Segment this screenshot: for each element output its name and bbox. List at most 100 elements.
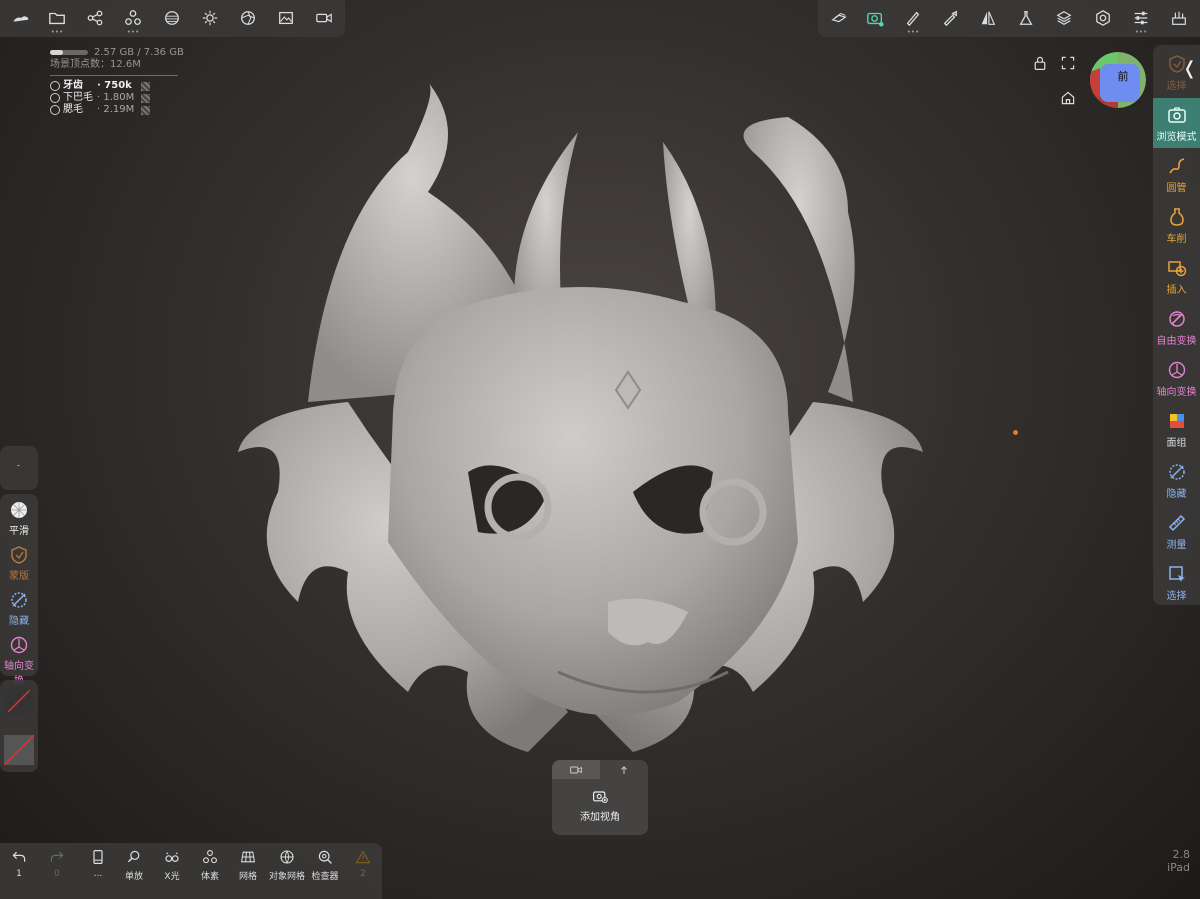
- brush-alpha-swatch[interactable]: [4, 686, 34, 716]
- brush-icon[interactable]: •••: [898, 3, 928, 36]
- right-sidebar-item-select[interactable]: 选择: [1153, 557, 1200, 607]
- object-visibility-icon[interactable]: [141, 93, 150, 103]
- texture-swatch[interactable]: [4, 735, 34, 765]
- bottom-tool-object-grid[interactable]: 对象网格: [268, 849, 306, 882]
- bottom-tool-device[interactable]: ...: [79, 849, 117, 879]
- tool-label: 蒙版: [9, 571, 29, 582]
- image-icon[interactable]: [271, 3, 301, 33]
- top-right-toolbar: ••• •••: [818, 0, 1200, 37]
- right-sidebar-item-hide[interactable]: 隐藏: [1153, 455, 1200, 505]
- grid-icon: [240, 851, 256, 863]
- bottom-tool-redo[interactable]: 0: [38, 849, 76, 879]
- tool-label: 面组: [1166, 438, 1187, 449]
- bottom-toolbar: 1 0... 单放 X光 体素 网格 对象网格 检查器 2: [0, 843, 382, 899]
- collapse-chevron-icon[interactable]: ❬: [1182, 58, 1197, 79]
- lock-icon[interactable]: [1032, 55, 1048, 75]
- tool-label: 网格: [238, 872, 257, 882]
- left-sidebar-item-hide[interactable]: 隐藏: [0, 590, 38, 627]
- insert-icon: [1167, 261, 1186, 277]
- symmetry-icon[interactable]: [973, 3, 1003, 33]
- tool-label: 选择: [1166, 81, 1187, 92]
- object-visibility-icon[interactable]: [141, 81, 150, 91]
- object-icon: [50, 93, 60, 103]
- tool-label: 圆管: [1166, 183, 1187, 194]
- right-sidebar-item-insert[interactable]: 插入: [1153, 251, 1200, 301]
- layers-icon[interactable]: [1049, 3, 1079, 33]
- transform-icon: [1168, 311, 1185, 327]
- facegroup-icon: [1169, 414, 1184, 428]
- folder-icon[interactable]: •••: [42, 3, 72, 36]
- tool-label: 车削: [1166, 234, 1187, 245]
- right-sidebar-item-axis-transform[interactable]: 轴向变换: [1153, 353, 1200, 403]
- sliders-icon[interactable]: •••: [1126, 3, 1156, 36]
- measure-icon: [1168, 514, 1185, 532]
- left-sidebar-item-smooth[interactable]: 平滑: [0, 500, 38, 537]
- bottom-tool-warning[interactable]: 2: [344, 849, 382, 879]
- object-name: 腮毛: [63, 104, 83, 115]
- settings-icon[interactable]: [1088, 3, 1118, 33]
- sculpt-icon[interactable]: [6, 3, 36, 33]
- object-name: 牙齿: [63, 80, 83, 91]
- right-sidebar-item-facegroup[interactable]: 面组: [1153, 404, 1200, 454]
- tool-label: 自由变换: [1156, 336, 1197, 347]
- bottom-tool-undo[interactable]: 1: [0, 849, 38, 879]
- pivot-marker[interactable]: [1013, 430, 1018, 435]
- bottom-tool-solo[interactable]: 单放: [115, 849, 153, 882]
- right-sidebar-item-tube[interactable]: 圆管: [1153, 149, 1200, 199]
- select-icon: [1168, 566, 1185, 582]
- brush-settings-icon[interactable]: [1164, 3, 1194, 33]
- view-cube[interactable]: 前: [1090, 52, 1146, 108]
- object-icon: [50, 81, 60, 91]
- bottom-tool-voxel[interactable]: 体素: [191, 849, 229, 882]
- left-slot-panel[interactable]: [0, 446, 38, 490]
- object-item[interactable]: 腮毛 · 2.19M: [50, 104, 184, 116]
- right-sidebar-item-lathe[interactable]: 车削: [1153, 200, 1200, 250]
- tool-label: 1: [16, 869, 22, 879]
- material-icon[interactable]: [157, 3, 187, 33]
- object-visibility-icon[interactable]: [141, 105, 150, 115]
- stroke-icon[interactable]: [824, 3, 854, 33]
- right-sidebar-item-measure[interactable]: 测量: [1153, 506, 1200, 556]
- share-icon[interactable]: [80, 3, 110, 33]
- fullscreen-icon[interactable]: [1060, 55, 1076, 75]
- mask-icon: [11, 546, 27, 564]
- tool-label: X光: [164, 872, 180, 882]
- camera-tab[interactable]: [552, 760, 600, 779]
- light-icon[interactable]: [195, 3, 225, 33]
- scene-vertex-count: 场景顶点数：12.6M: [50, 59, 141, 70]
- flask-icon[interactable]: [1011, 3, 1041, 33]
- scene-tree-icon[interactable]: •••: [118, 3, 148, 36]
- home-icon[interactable]: [1060, 90, 1076, 110]
- tool-label: 2: [360, 869, 366, 879]
- right-sidebar-item-transform[interactable]: 自由变换: [1153, 302, 1200, 352]
- tool-label: 插入: [1166, 285, 1187, 296]
- slot-indicator: [17, 465, 20, 466]
- bottom-tool-xray[interactable]: X光: [153, 849, 191, 882]
- sculpt-model[interactable]: [228, 72, 933, 762]
- paint-icon[interactable]: [935, 3, 965, 33]
- object-item[interactable]: 下巴毛 · 1.80M: [50, 92, 184, 104]
- post-process-icon[interactable]: [233, 3, 263, 33]
- bottom-tool-inspector[interactable]: 检查器: [306, 849, 344, 882]
- tool-label: 选择: [1166, 591, 1187, 602]
- object-item[interactable]: 牙齿 · 750k: [50, 80, 184, 92]
- axis-transform-icon: [10, 636, 28, 654]
- add-view-button[interactable]: 添加视角: [552, 788, 648, 823]
- export-tab[interactable]: [600, 760, 648, 779]
- undo-icon: [12, 851, 26, 862]
- tool-label: 隐藏: [9, 616, 29, 627]
- bottom-tool-grid[interactable]: 网格: [229, 849, 267, 882]
- left-sidebar-item-mask[interactable]: 蒙版: [0, 545, 38, 582]
- camera-icon[interactable]: [860, 3, 890, 33]
- right-sidebar-item-camera[interactable]: 浏览模式: [1153, 98, 1200, 148]
- add-view-label: 添加视角: [580, 812, 620, 823]
- memory-bar-fill: [50, 49, 64, 55]
- view-popup: 添加视角: [552, 760, 648, 835]
- video-icon[interactable]: [309, 3, 339, 33]
- object-name: 下巴毛: [63, 92, 93, 103]
- smooth-icon: [11, 502, 27, 518]
- tool-label: 单放: [124, 872, 143, 882]
- scene-info: 2.57 GB / 7.36 GB 场景顶点数：12.6M 牙齿 · 750k 下…: [50, 47, 184, 116]
- object-list: 牙齿 · 750k 下巴毛 · 1.80M 腮毛 · 2.19M: [50, 80, 184, 116]
- warning-icon: [355, 850, 371, 864]
